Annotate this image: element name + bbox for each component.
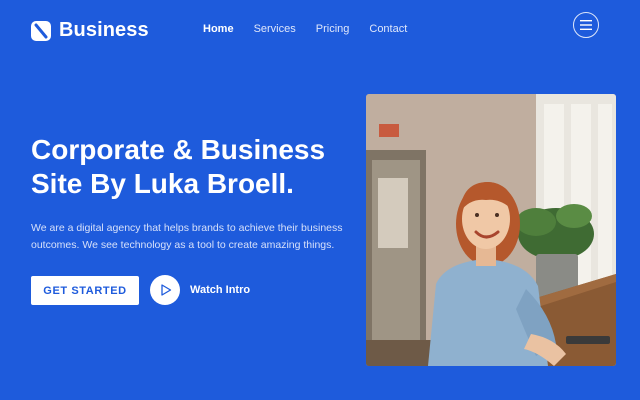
play-icon xyxy=(161,284,172,296)
get-started-button[interactable]: GET STARTED xyxy=(31,276,139,305)
hero-photo xyxy=(366,94,616,366)
logo-mark-icon xyxy=(31,20,51,41)
nav-item-home[interactable]: Home xyxy=(203,23,234,35)
brand-logo[interactable]: Business xyxy=(31,19,149,42)
site-header: Business Home Services Pricing Contact xyxy=(0,0,640,62)
watch-intro-button[interactable]: Watch Intro xyxy=(150,275,250,305)
hero-title: Corporate & Business Site By Luka Broell… xyxy=(31,134,326,199)
hero-description: We are a digital agency that helps brand… xyxy=(31,222,343,251)
menu-button[interactable] xyxy=(573,12,599,38)
nav-item-pricing[interactable]: Pricing xyxy=(316,23,350,35)
hero-photo-illustration xyxy=(366,94,616,366)
nav-item-contact[interactable]: Contact xyxy=(369,23,407,35)
hamburger-menu-icon xyxy=(580,20,592,30)
nav-item-services[interactable]: Services xyxy=(254,23,296,35)
brand-name: Business xyxy=(59,19,149,41)
watch-intro-label[interactable]: Watch Intro xyxy=(190,284,250,296)
main-nav: Home Services Pricing Contact xyxy=(203,23,407,35)
play-button[interactable] xyxy=(150,275,180,305)
